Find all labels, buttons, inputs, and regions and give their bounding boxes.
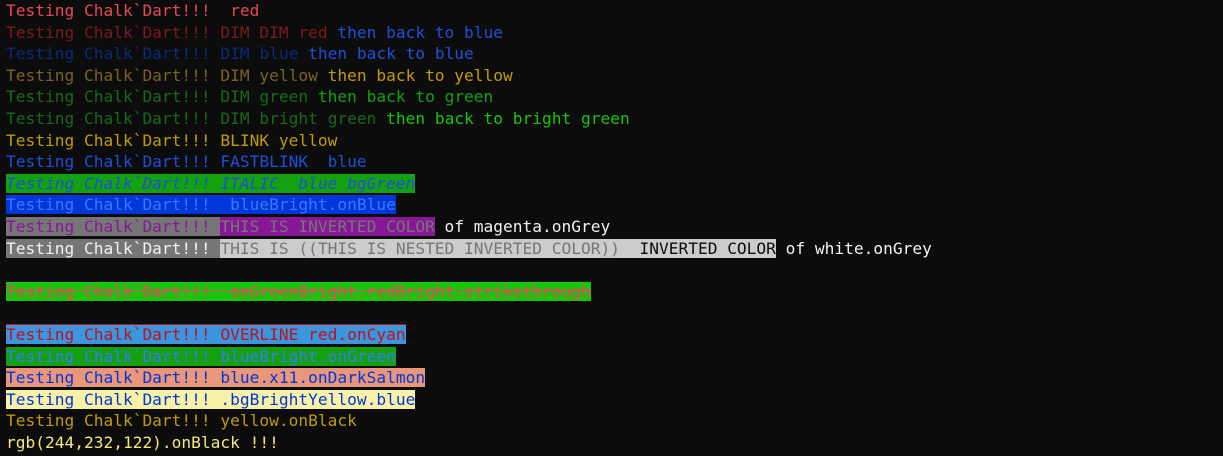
terminal-line: Testing Chalk`Dart!!! DIM blue then back…: [6, 43, 932, 65]
terminal-text-segment: Testing Chalk`Dart!!! blue.x11.onDarkSal…: [6, 368, 426, 388]
terminal-output: Testing Chalk`Dart!!! red Testing Chalk`D…: [6, 0, 932, 453]
terminal-line: Testing Chalk`Dart!!! DIM bright green t…: [6, 108, 932, 130]
terminal-text-segment: Testing Chalk`Dart!!! ITALIC blue bgGree…: [6, 173, 416, 193]
terminal-text-segment: THIS IS ((THIS IS NESTED INVERTED COLOR)…: [220, 238, 630, 258]
terminal-line: Testing Chalk`Dart!!! DIM green then bac…: [6, 86, 932, 108]
terminal-text-segment: of white.onGrey: [775, 238, 932, 258]
terminal-text-segment: then back to yellow: [327, 65, 513, 85]
terminal-text-segment: Testing Chalk`Dart!!! blueBright.onGreen: [6, 346, 396, 366]
terminal-text-segment: Testing Chalk`Dart!!! .bgBrightYellow.bl…: [6, 389, 416, 409]
terminal-text-segment: Testing Chalk`Dart!!! OVERLINE red.onCya…: [6, 324, 406, 344]
terminal-text-segment: Testing Chalk`Dart!!! blueBright.onBlue: [6, 195, 396, 215]
terminal-line: rgb(244,232,122).onBlack !!!: [6, 432, 932, 454]
terminal-text-segment: Testing Chalk`Dart!!! yellow.onBlack: [6, 411, 357, 431]
terminal-line: Testing Chalk`Dart!!! yellow.onBlack: [6, 410, 932, 432]
terminal-line: [6, 259, 932, 281]
terminal-text-segment: Testing Chalk`Dart!!! DIM bright green: [6, 108, 387, 128]
terminal-text-segment: Testing Chalk`Dart!!!: [6, 216, 221, 236]
terminal-text-segment: of magenta.onGrey: [434, 216, 611, 236]
terminal-text-segment: Testing Chalk`Dart!!!: [6, 238, 221, 258]
terminal-line: Testing Chalk`Dart!!! FASTBLINK blue: [6, 151, 932, 173]
terminal-line: Testing Chalk`Dart!!! .bgBrightYellow.bl…: [6, 389, 932, 411]
terminal-text-segment: THIS IS INVERTED COLOR: [220, 216, 435, 236]
terminal-line: Testing Chalk`Dart!!! blueBright.onBlue: [6, 194, 932, 216]
terminal-text-segment: Testing Chalk`Dart!!! DIM green: [6, 87, 318, 107]
terminal-line: Testing Chalk`Dart!!! THIS IS INVERTED C…: [6, 216, 932, 238]
terminal-text-segment: Testing Chalk`Dart!!! DIM blue: [6, 44, 309, 64]
terminal-text-segment: then back to bright green: [386, 108, 630, 128]
terminal-line: Testing Chalk`Dart!!! blueBright.onGreen: [6, 346, 932, 368]
terminal-text-segment: Testing Chalk`Dart!!! BLINK yellow: [6, 130, 338, 150]
terminal-line: Testing Chalk`Dart!!! DIM yellow then ba…: [6, 65, 932, 87]
terminal-line: Testing Chalk`Dart!!! ITALIC blue bgGree…: [6, 173, 932, 195]
terminal-text-segment: Testing Chalk`Dart!!! DIM yellow: [6, 65, 328, 85]
terminal-line: Testing Chalk`Dart!!! blue.x11.onDarkSal…: [6, 367, 932, 389]
terminal-text-segment: Testing Chalk`Dart!!! red: [6, 1, 260, 20]
terminal-text-segment: Testing Chalk`Dart!!! FASTBLINK blue: [6, 152, 367, 172]
terminal-text-segment: Testing Chalk`Dart!!! DIM DIM red: [6, 22, 338, 42]
terminal-line: Testing Chalk`Dart!!! BLINK yellow: [6, 130, 932, 152]
terminal-text-segment: then back to blue: [308, 44, 474, 64]
terminal-text-segment: INVERTED COLOR: [629, 238, 776, 258]
terminal-text-segment: then back to green: [317, 87, 494, 107]
terminal-line: Testing Chalk`Dart!!! DIM DIM red then b…: [6, 22, 932, 44]
terminal-text-segment: rgb(244,232,122).onBlack !!!: [6, 432, 279, 452]
terminal-line: Testing Chalk`Dart!!! THIS IS ((THIS IS …: [6, 238, 932, 260]
terminal-line: Testing Chalk`Dart!!! onGreenBright.redB…: [6, 281, 932, 303]
terminal-line: Testing Chalk`Dart!!! OVERLINE red.onCya…: [6, 324, 932, 346]
terminal-text-segment: then back to blue: [337, 22, 504, 42]
terminal-text-segment: Testing Chalk`Dart!!! onGreenBright.redB…: [6, 281, 591, 301]
terminal-line: Testing Chalk`Dart!!! red: [6, 0, 932, 22]
terminal-line: [6, 302, 932, 324]
